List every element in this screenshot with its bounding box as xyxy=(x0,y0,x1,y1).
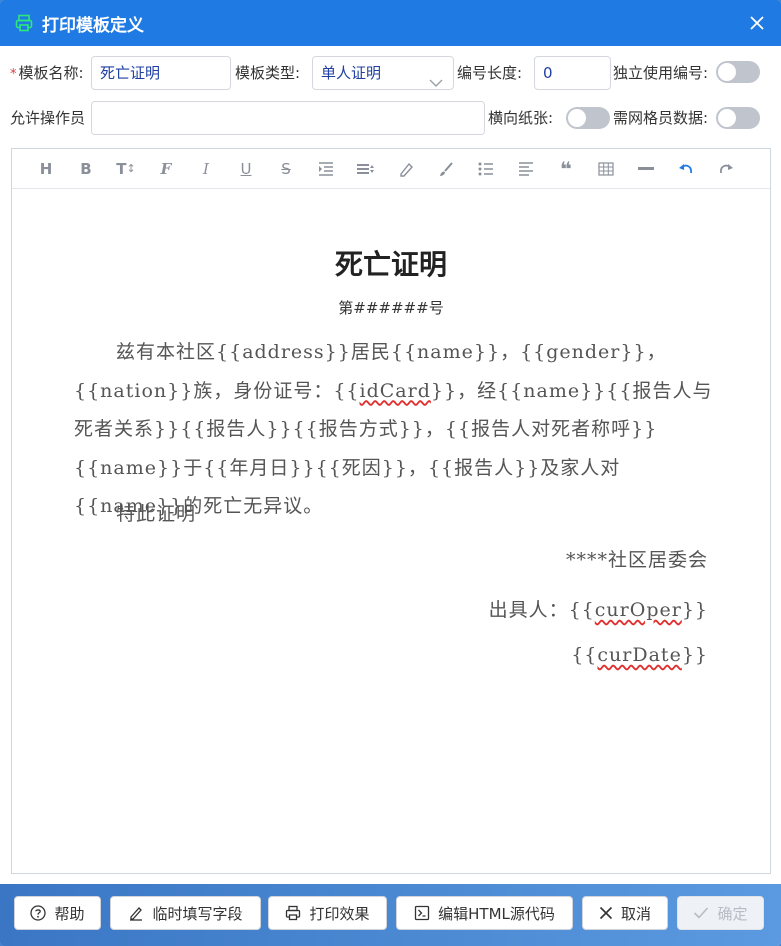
document-issuer: 出具人：{{curOper}} xyxy=(488,599,708,621)
horizontal-rule-icon[interactable] xyxy=(626,154,666,184)
font-color-icon[interactable] xyxy=(386,154,426,184)
editor-toolbar: H B T ↕ F I U S ❝ xyxy=(12,149,770,189)
allowed-operators-label: 允许操作员 xyxy=(10,109,86,127)
font-size-icon[interactable]: T ↕ xyxy=(106,154,146,184)
list-icon[interactable] xyxy=(466,154,506,184)
dialog-titlebar: 打印模板定义 xyxy=(0,0,781,46)
template-form: * 模板名称: 死亡证明 模板类型: 单人证明 编号长度: 0 独立使用编号: 允… xyxy=(0,46,781,150)
background-color-icon[interactable] xyxy=(426,154,466,184)
allowed-operators-input[interactable] xyxy=(91,101,485,135)
printer-icon xyxy=(14,13,34,33)
printer-icon xyxy=(285,905,301,921)
template-type-label: 模板类型: xyxy=(235,64,301,82)
print-template-dialog: 打印模板定义 * 模板名称: 死亡证明 模板类型: 单人证明 编号长度: 0 独立… xyxy=(0,0,781,946)
font-family-icon[interactable]: F xyxy=(146,154,186,184)
table-icon[interactable] xyxy=(586,154,626,184)
independent-number-toggle[interactable] xyxy=(716,61,760,83)
grid-data-toggle[interactable] xyxy=(716,107,760,129)
line-height-icon[interactable] xyxy=(346,154,386,184)
heading-icon[interactable]: H xyxy=(26,154,66,184)
undo-icon[interactable] xyxy=(666,154,706,184)
indent-icon[interactable] xyxy=(306,154,346,184)
template-type-select[interactable]: 单人证明 xyxy=(312,56,454,90)
document-closing: 特此证明 xyxy=(116,503,197,525)
editor-content[interactable]: 死亡证明 第######号 兹有本社区{{address}}居民{{name}}… xyxy=(12,189,770,873)
align-icon[interactable] xyxy=(506,154,546,184)
template-name-input[interactable]: 死亡证明 xyxy=(91,56,231,90)
chevron-down-icon xyxy=(429,67,443,99)
redo-icon[interactable] xyxy=(706,154,746,184)
landscape-toggle[interactable] xyxy=(566,107,610,129)
template-type-value: 单人证明 xyxy=(321,64,382,82)
help-button[interactable]: 帮助 xyxy=(14,896,101,930)
dialog-title: 打印模板定义 xyxy=(42,15,144,36)
grid-data-label: 需网格员数据: xyxy=(613,109,709,127)
italic-icon[interactable]: I xyxy=(186,154,226,184)
bold-icon[interactable]: B xyxy=(66,154,106,184)
close-icon[interactable] xyxy=(747,13,767,33)
underline-icon[interactable]: U xyxy=(226,154,266,184)
number-length-label: 编号长度: xyxy=(457,64,523,82)
independent-number-label: 独立使用编号: xyxy=(613,64,709,82)
dialog-footer: 帮助 临时填写字段 打印效果 编辑HTML源代码 取消 确定 xyxy=(0,884,781,946)
landscape-label: 横向纸张: xyxy=(488,109,554,127)
rich-text-editor: H B T ↕ F I U S ❝ 死亡证明 第######号 兹有本社区{{ad… xyxy=(11,148,771,874)
edit-icon xyxy=(128,905,144,921)
edit-html-button[interactable]: 编辑HTML源代码 xyxy=(396,896,573,930)
check-icon xyxy=(693,906,709,920)
confirm-button[interactable]: 确定 xyxy=(677,896,764,930)
terminal-icon xyxy=(414,905,430,921)
quote-icon[interactable]: ❝ xyxy=(546,154,586,184)
number-length-input[interactable]: 0 xyxy=(534,56,611,90)
close-icon xyxy=(599,906,613,920)
document-date: {{curDate}} xyxy=(571,644,708,666)
document-number: 第######号 xyxy=(338,299,444,317)
strikethrough-icon[interactable]: S xyxy=(266,154,306,184)
temp-fields-button[interactable]: 临时填写字段 xyxy=(110,896,261,930)
help-icon xyxy=(30,905,47,921)
template-name-label: * 模板名称: xyxy=(10,64,84,82)
document-body-paragraph: 兹有本社区{{address}}居民{{name}}，{{gender}}，{{… xyxy=(74,341,713,517)
document-title: 死亡证明 xyxy=(334,248,447,281)
print-preview-button[interactable]: 打印效果 xyxy=(268,896,387,930)
document-committee: ****社区居委会 xyxy=(565,549,708,571)
cancel-button[interactable]: 取消 xyxy=(582,896,668,930)
